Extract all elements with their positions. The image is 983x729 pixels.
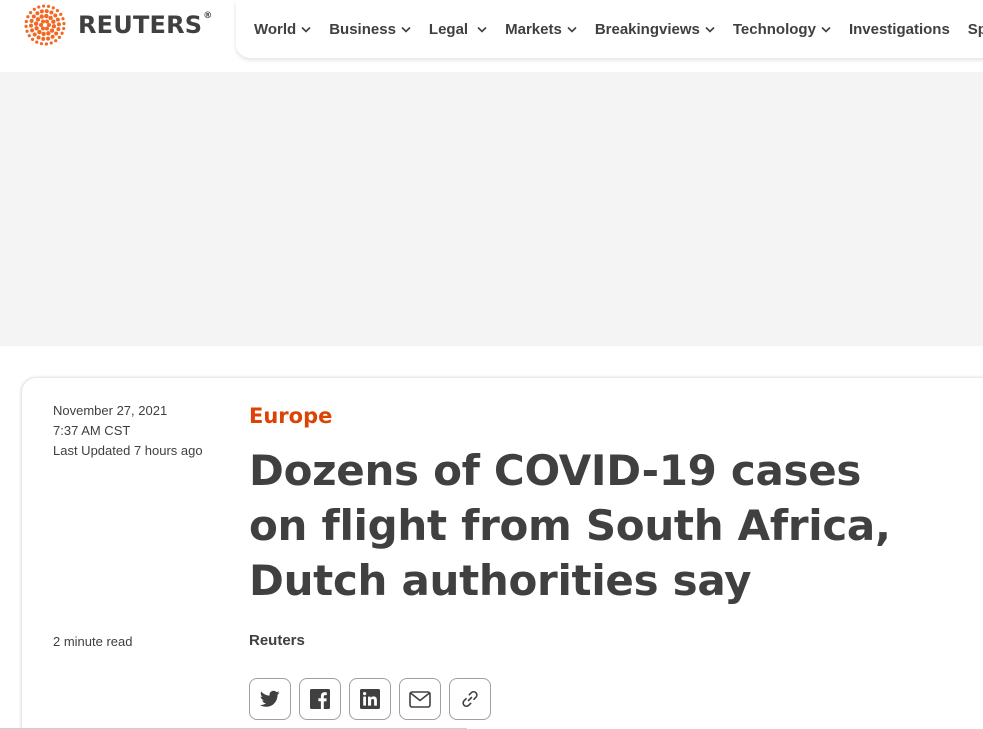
nav-item-legal[interactable]: Legal [429,21,487,38]
logo-dot [32,7,36,11]
chevron-down-icon [477,26,487,33]
logo-dot [30,28,35,33]
share-linkedin-button[interactable] [349,678,391,720]
logo-dot [49,10,54,15]
article-last-updated: Last Updated 7 hours ago [53,443,203,458]
logo-dot [39,42,44,46]
logo-dot [24,24,28,28]
logo-dot [61,17,65,21]
logo-dot [45,19,49,24]
logo-dot [41,36,46,41]
logo-dot [39,9,44,14]
logo-dot [39,23,43,27]
logo-dot [41,19,45,24]
logo-dot [57,35,61,40]
logo-dot [56,27,61,32]
logo-dot [62,22,66,26]
logo-dot [50,34,55,39]
logo-dot [44,9,49,14]
link-icon [462,690,478,708]
linkedin-icon [360,689,380,709]
chevron-down-icon [705,26,715,33]
nav-item-technology[interactable]: Technology [733,21,831,38]
logo-dot [36,35,41,40]
chevron-down-icon [401,26,411,33]
logo-dot [62,26,66,31]
logo-dot [59,12,63,16]
ad-placeholder [0,72,983,346]
logo-dot [37,29,42,35]
site-header: REUTERS® World Business Legal Markets Br… [0,0,983,72]
logo-dot [56,22,61,27]
share-email-button[interactable] [399,678,441,720]
logo-dot [34,26,39,31]
facebook-icon [310,689,330,709]
article-date: November 27, 2021 [53,403,168,418]
logo-text: REUTERS® [78,11,213,39]
chevron-down-icon [567,26,577,33]
logo-dot [53,13,58,18]
share-link-button[interactable] [449,678,491,720]
section-link[interactable]: Europe [249,404,332,428]
logo-dot [54,31,59,36]
nav-item-markets[interactable]: Markets [505,21,577,38]
logo-dot [44,13,49,19]
reuters-logo-icon [24,4,66,46]
logo-dot [49,41,53,45]
share-facebook-button[interactable] [299,678,341,720]
article-headline: Dozens of COVID-19 cases on flight from … [249,446,891,605]
logo-dot [25,29,29,33]
logo-dot [46,4,51,8]
logo-dot [31,14,36,19]
logo-dot [48,15,53,21]
chevron-down-icon [301,26,311,33]
logo-dot [35,11,40,16]
logo-dot [42,4,46,8]
logo-dot [51,19,56,24]
logo-dot [32,32,37,37]
nav-item-investigations[interactable]: Investigations [849,21,950,38]
logo-dot [49,28,55,33]
logo-dot [24,19,28,24]
main-nav: World Business Legal Markets Breakingvie… [236,0,983,58]
logo-dot [39,14,44,19]
logo-dot [35,40,39,44]
share-bar [249,678,499,720]
logo-dot [27,34,31,38]
nav-item-breakingviews[interactable]: Breakingviews [595,21,715,38]
article-time: 7:37 AM CST [53,423,131,438]
share-twitter-button[interactable] [249,678,291,720]
logo-dot [46,31,51,36]
logo-dot [51,6,55,10]
nav-item-sports[interactable]: Sports [968,21,983,38]
twitter-icon [260,690,280,707]
logo-dot [41,31,46,37]
logo-dot [30,37,35,41]
logo-dot [26,15,30,19]
article-byline[interactable]: Reuters [249,632,305,649]
logo-dot [29,10,33,15]
logo-dot [29,23,34,28]
logo-dot [60,31,64,35]
logo-dot [54,39,58,43]
logo-dot [46,36,51,41]
logo-dot [33,21,39,26]
nav-item-business[interactable]: Business [329,21,411,38]
reuters-logo[interactable]: REUTERS® [20,2,213,48]
logo-dot [55,17,60,22]
logo-dot [55,9,60,13]
email-icon [409,690,431,708]
logo-dot [51,24,57,29]
logo-dot [37,5,41,9]
chevron-down-icon [821,26,831,33]
logo-dot [29,18,34,23]
logo-dot [35,17,41,22]
nav-item-world[interactable]: World [254,21,311,38]
read-time: 2 minute read [53,634,133,649]
logo-dot [47,23,51,27]
logo-dot [45,26,49,31]
logo-dot [41,26,45,31]
logo-dot [44,42,48,46]
